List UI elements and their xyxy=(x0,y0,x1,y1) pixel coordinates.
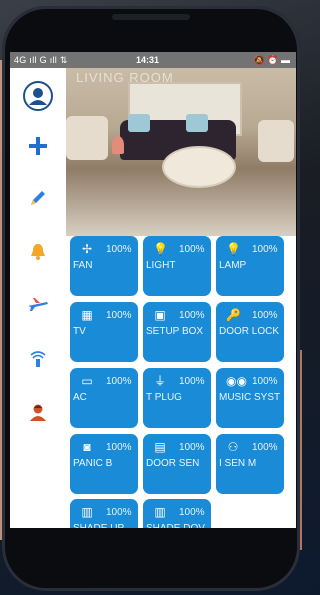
device-label: SHADE UP xyxy=(73,523,124,528)
status-time: 14:31 xyxy=(136,55,160,65)
device-percent: 100% xyxy=(252,310,278,321)
status-icons: 🔕 ⏰ ▬ xyxy=(253,55,290,65)
device-label: TV xyxy=(73,326,86,337)
lamp-icon: 💡 xyxy=(226,242,241,256)
device-tile[interactable]: ◉◉ 100% MUSIC SYST xyxy=(216,368,284,428)
device-tile[interactable]: 💡 100% LIGHT xyxy=(143,236,211,296)
room-armchair-left xyxy=(66,116,108,160)
plug-icon: ⏚ xyxy=(153,374,166,388)
device-tile[interactable]: ▭ 100% AC xyxy=(70,368,138,428)
sidebar-item-profile[interactable] xyxy=(23,81,53,111)
device-percent: 100% xyxy=(179,244,205,255)
device-percent: 100% xyxy=(106,507,132,518)
doorsensor-icon: ▤ xyxy=(154,440,166,454)
room-plant xyxy=(112,136,124,154)
device-tile[interactable]: ▦ 100% TV xyxy=(70,302,138,362)
sidebar-item-user[interactable] xyxy=(24,398,52,426)
room-armchair-right xyxy=(258,120,294,162)
device-percent: 100% xyxy=(252,442,278,453)
phone-speaker xyxy=(112,14,190,20)
device-tile[interactable]: ▣ 100% SETUP BOX xyxy=(143,302,211,362)
device-percent: 100% xyxy=(179,376,205,387)
room-image: LIVING ROOM xyxy=(66,68,296,236)
device-percent: 100% xyxy=(106,244,132,255)
tv-icon: ▦ xyxy=(81,308,93,322)
device-label: LAMP xyxy=(219,260,247,271)
room-pillow xyxy=(128,114,150,132)
device-tile[interactable]: ◙ 100% PANIC B xyxy=(70,434,138,494)
device-percent: 100% xyxy=(106,376,132,387)
device-tile[interactable]: ▥ 100% SHADE DOV xyxy=(143,499,211,528)
device-label: FAN xyxy=(73,260,93,271)
phone: 4G ıll G ıll ⇅ 14:31 🔕 ⏰ ▬ LIVING ROOM ✢… xyxy=(0,0,302,595)
pencil-icon xyxy=(31,191,45,205)
device-percent: 100% xyxy=(252,376,278,387)
device-label: T PLUG xyxy=(146,392,182,403)
device-label: I SEN M xyxy=(219,458,257,469)
setupbox-icon: ▣ xyxy=(154,308,166,322)
device-label: MUSIC SYST xyxy=(219,392,281,403)
bell-icon xyxy=(31,244,45,260)
signal-icon xyxy=(30,351,46,367)
device-label: AC xyxy=(73,392,87,403)
device-tile[interactable]: 🔑 100% DOOR LOCK xyxy=(216,302,284,362)
device-label: SHADE DOV xyxy=(146,523,205,528)
sidebar-item-alarm[interactable] xyxy=(24,238,52,266)
device-label: LIGHT xyxy=(146,260,176,271)
fan-icon: ✢ xyxy=(81,242,93,256)
status-signal: 4G ıll G ıll ⇅ xyxy=(14,55,68,65)
device-tile[interactable]: 💡 100% LAMP xyxy=(216,236,284,296)
sidebar-item-signal[interactable] xyxy=(24,344,52,372)
bulb-icon: 💡 xyxy=(153,242,168,256)
device-label: DOOR LOCK xyxy=(219,326,280,337)
shade-up-icon: ▥ xyxy=(81,505,93,519)
room-coffee-table xyxy=(162,146,236,188)
room-pillow xyxy=(186,114,208,132)
device-percent: 100% xyxy=(106,442,132,453)
panic-icon: ◙ xyxy=(83,440,91,454)
device-tile[interactable]: ▥ 100% SHADE UP xyxy=(70,499,138,528)
device-percent: 100% xyxy=(252,244,278,255)
sidebar-item-plane[interactable] xyxy=(24,290,52,318)
status-bar: 4G ıll G ıll ⇅ 14:31 🔕 ⏰ ▬ xyxy=(10,52,296,68)
device-tile[interactable]: ⏚ 100% T PLUG xyxy=(143,368,211,428)
sidebar xyxy=(10,68,67,528)
device-label: SETUP BOX xyxy=(146,326,204,337)
device-label: PANIC B xyxy=(73,458,113,469)
device-percent: 100% xyxy=(179,310,205,321)
sidebar-item-add[interactable] xyxy=(24,132,52,160)
device-label: DOOR SEN xyxy=(146,458,200,469)
person-icon xyxy=(30,404,46,421)
avatar-icon xyxy=(23,81,53,111)
plus-icon xyxy=(29,137,47,155)
airplane-icon xyxy=(28,298,48,311)
device-grid: ✢ 100% FAN 💡 100% LIGHT 💡 100% LAMP ▦ 100% TV ▣ 100% S… xyxy=(66,236,296,528)
device-percent: 100% xyxy=(179,442,205,453)
device-percent: 100% xyxy=(179,507,205,518)
device-tile[interactable]: ✢ 100% FAN xyxy=(70,236,138,296)
device-percent: 100% xyxy=(106,310,132,321)
device-tile[interactable]: ▤ 100% DOOR SEN xyxy=(143,434,211,494)
motion-sensor-icon: ⚇ xyxy=(227,440,239,454)
device-tile[interactable]: ⚇ 100% I SEN M xyxy=(216,434,284,494)
sidebar-item-edit[interactable] xyxy=(24,184,52,212)
ac-icon: ▭ xyxy=(81,374,93,388)
phone-bottom-bezel xyxy=(12,530,290,584)
doorlock-icon: 🔑 xyxy=(226,308,241,322)
app-screen: 4G ıll G ıll ⇅ 14:31 🔕 ⏰ ▬ LIVING ROOM ✢… xyxy=(10,52,296,528)
room-title: LIVING ROOM xyxy=(76,70,174,85)
music-icon: ◉◉ xyxy=(226,374,247,388)
shade-down-icon: ▥ xyxy=(154,505,166,519)
